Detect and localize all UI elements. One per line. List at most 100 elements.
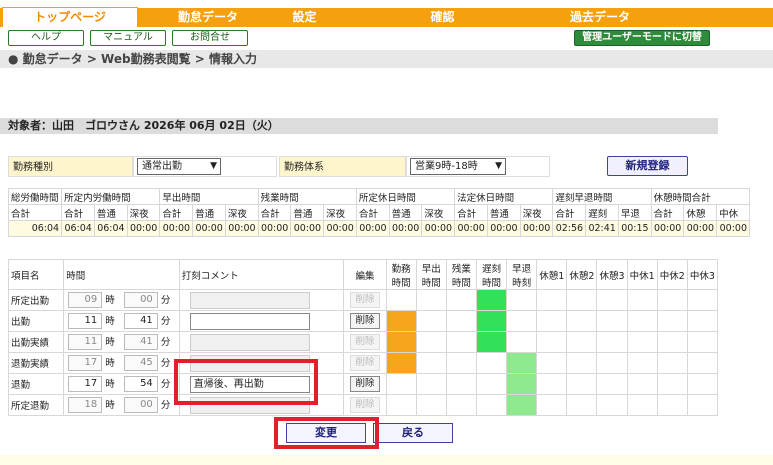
hour-input[interactable]: 17: [68, 355, 103, 372]
sum-sub-label: 中休: [716, 204, 750, 221]
target-person: 対象者：山田 ゴロウさん 2026年 06月 02日（火）: [0, 118, 718, 134]
comment-input[interactable]: [189, 291, 310, 309]
table-row: 退勤実績 17 時 45 分 削除: [7, 352, 719, 374]
status-cell: [536, 394, 568, 416]
status-cell: [686, 310, 719, 332]
sum-value: 06:04: [7, 220, 63, 237]
hour-input[interactable]: 18: [68, 397, 103, 414]
hour-input[interactable]: 11: [68, 334, 103, 351]
hour-unit: 時: [105, 378, 115, 390]
delete-button[interactable]: 削除: [349, 355, 380, 371]
sum-sub-label: 休憩: [683, 204, 718, 221]
status-cell: [475, 394, 508, 416]
row-label: 所定退勤: [7, 394, 65, 416]
minute-input[interactable]: 00: [123, 397, 158, 414]
table-row: 所定退勤 18 時 00 分 削除: [7, 394, 719, 416]
sum-value: 00:00: [355, 220, 390, 237]
col-overtime: 残業時間: [445, 259, 477, 290]
work-system-select[interactable]: 営業9時-18時 ▼: [410, 158, 506, 175]
minute-input[interactable]: 41: [123, 313, 158, 330]
delete-button[interactable]: 削除: [349, 397, 380, 413]
back-button[interactable]: 戻る: [373, 423, 453, 443]
status-cell: [445, 352, 477, 374]
sum-sub-label: 普通: [93, 204, 128, 221]
hour-unit: 時: [105, 336, 115, 348]
work-type-select[interactable]: 通常出勤 ▼: [137, 158, 221, 175]
status-cell: [385, 289, 417, 311]
status-cell: [506, 394, 538, 416]
delete-button[interactable]: 削除: [349, 292, 380, 308]
chevron-down-icon: ▼: [210, 161, 217, 171]
status-cell: [536, 310, 568, 332]
status-cell: [686, 394, 719, 416]
time-cell: 11 時 41 分: [63, 331, 180, 353]
status-cell: [445, 394, 477, 416]
toolbar: ヘルプ マニュアル お問合せ 管理ユーザーモードに切替: [0, 27, 773, 50]
status-cell: [686, 352, 719, 374]
tab-confirm[interactable]: 確認: [380, 8, 505, 27]
sum-group-early: 早出時間: [159, 188, 259, 205]
comment-input[interactable]: [189, 333, 310, 351]
sum-value: 00:00: [224, 220, 259, 237]
new-register-button[interactable]: 新規登録: [607, 156, 688, 176]
status-cell: [626, 394, 658, 416]
hour-input[interactable]: 11: [68, 313, 103, 330]
tab-past-data[interactable]: 過去データ: [530, 8, 670, 27]
col-mid1: 中休1: [626, 259, 658, 290]
work-type-label: 勤務種別: [8, 156, 133, 177]
sum-group-late: 遅刻早退時間: [552, 188, 652, 205]
sum-sub-label: 合計: [650, 204, 685, 221]
work-system-cell: 営業9時-18時 ▼: [406, 156, 550, 177]
status-cell: [626, 310, 658, 332]
delete-button[interactable]: 削除: [349, 334, 380, 350]
row-label: 出勤: [7, 310, 65, 332]
status-cell: [385, 373, 417, 395]
time-cell: 17 時 45 分: [63, 352, 180, 374]
delete-button[interactable]: 削除: [349, 376, 380, 392]
highlight-box-comment: [174, 359, 318, 405]
status-cell: [536, 352, 568, 374]
col-edit: 編集: [343, 259, 387, 290]
status-cell: [506, 310, 538, 332]
minute-input[interactable]: 41: [123, 334, 158, 351]
hour-input[interactable]: 17: [68, 376, 103, 393]
tab-settings[interactable]: 設定: [242, 8, 367, 27]
sum-value: 00:00: [716, 220, 750, 237]
sum-sub-label: 遅刻: [585, 204, 619, 221]
tab-top[interactable]: トップページ: [2, 7, 138, 27]
sum-value: 00:00: [519, 220, 554, 237]
col-mid2: 中休2: [656, 259, 688, 290]
minute-input[interactable]: 54: [123, 376, 158, 393]
work-system-value: 営業9時-18時: [415, 161, 478, 172]
sum-value: 02:41: [585, 220, 619, 237]
manual-button[interactable]: マニュアル: [90, 30, 166, 46]
minute-unit: 分: [160, 294, 171, 306]
status-cell: [385, 352, 417, 374]
delete-button[interactable]: 削除: [349, 313, 380, 329]
admin-mode-button[interactable]: 管理ユーザーモードに切替: [574, 30, 710, 46]
status-cell: [566, 310, 598, 332]
sum-sub-label: 合計: [7, 204, 63, 221]
col-break1: 休憩1: [536, 259, 568, 290]
hour-unit: 時: [105, 294, 115, 306]
col-leave-early: 早退時刻: [506, 259, 538, 290]
hour-input[interactable]: 09: [68, 292, 103, 309]
comment-input[interactable]: [189, 312, 310, 330]
sum-sub-label: 普通: [290, 204, 325, 221]
sum-sub-label: 深夜: [224, 204, 259, 221]
row-label: 退勤実績: [7, 352, 65, 374]
minute-input[interactable]: 00: [123, 292, 158, 309]
sum-value: 00:00: [192, 220, 226, 237]
status-cell: [566, 289, 598, 311]
help-button[interactable]: ヘルプ: [8, 30, 84, 46]
status-cell: [656, 352, 688, 374]
contact-button[interactable]: お問合せ: [172, 30, 248, 46]
minute-input[interactable]: 45: [123, 355, 158, 372]
status-cell: [656, 289, 688, 311]
status-cell: [566, 394, 598, 416]
status-cell: [686, 289, 719, 311]
status-cell: [656, 373, 688, 395]
comment-cell: [178, 289, 345, 311]
status-cell: [506, 289, 538, 311]
status-cell: [656, 394, 688, 416]
